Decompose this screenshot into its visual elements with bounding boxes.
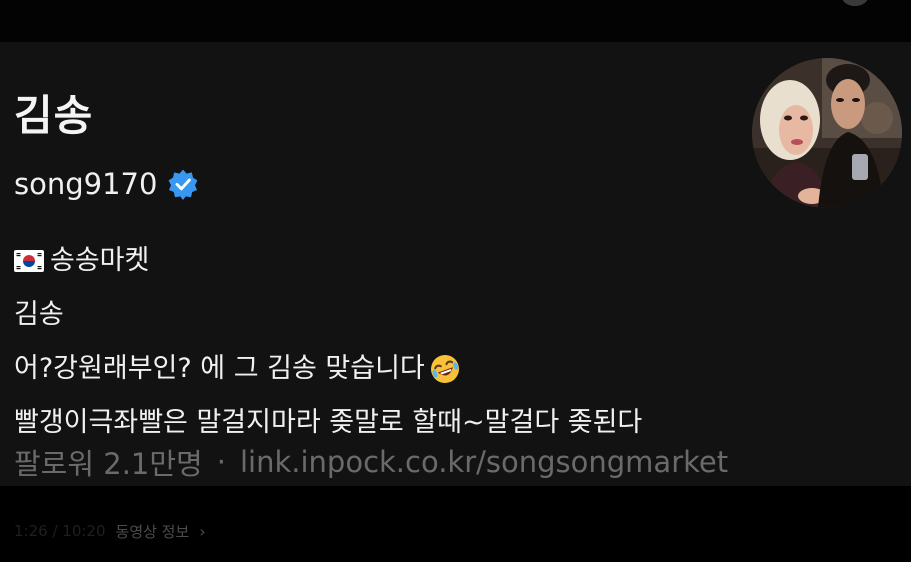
profile-link[interactable]: link.inpock.co.kr/songsongmarket [240,445,728,479]
avatar-photo [752,58,902,208]
username-row: song9170 [14,166,199,202]
profile-username: song9170 [14,167,158,201]
profile-card: 김송 song9170 송송마켓 김송 어?강원래부인? 에 그 김송 맞습니다… [0,42,911,486]
profile-avatar[interactable] [752,58,902,208]
profile-meta-row: 팔로워 2.1만명 · link.inpock.co.kr/songsongma… [14,440,728,484]
profile-display-name: 김송 [14,91,94,140]
bio-line-shop: 송송마켓 [14,234,894,288]
bio-line-intro: 어?강원래부인? 에 그 김송 맞습니다 [14,342,894,396]
bio-shop-name: 송송마켓 [50,245,150,276]
rolling-laughing-emoji-icon [430,355,459,383]
top-strip [0,0,911,42]
profile-bio: 송송마켓 김송 어?강원래부인? 에 그 김송 맞습니다 빨갱이극좌빨은 말걸지… [14,234,894,450]
meta-separator: · [216,445,226,479]
chevron-right-icon[interactable]: › [199,522,205,541]
bio-line-name: 김송 [14,288,894,342]
bio-intro-text: 어?강원래부인? 에 그 김송 맞습니다 [14,353,425,384]
top-control-knob[interactable] [842,0,868,6]
follower-count[interactable]: 팔로워 2.1만명 [14,441,203,483]
video-timecode: 1:26 / 10:20 [14,522,106,540]
video-info-link[interactable]: 동영상 정보 [116,521,190,542]
korea-flag-icon [14,250,44,272]
video-info-bar: 1:26 / 10:20 동영상 정보 › [14,518,206,544]
verified-check-icon [169,169,198,200]
bio-name-text: 김송 [14,299,64,330]
